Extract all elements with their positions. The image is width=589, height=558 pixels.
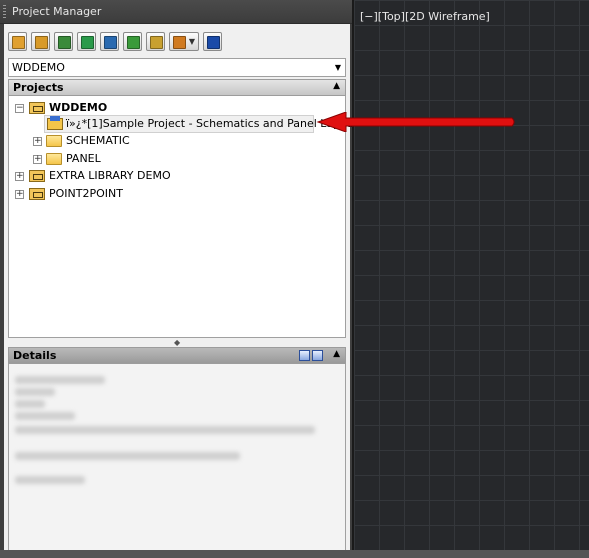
projects-header-label: Projects [13,81,64,94]
project-tree: − WDDEMO ï»¿*[1]Sample Project - Schemat… [8,96,358,338]
help-icon[interactable] [203,32,222,51]
blurred-detail-line [15,412,75,420]
details-header-label: Details [13,349,57,362]
viewport-controls-label[interactable]: [−][Top][2D Wireframe] [360,10,490,23]
project-icon [29,188,45,200]
chevron-down-icon: ▼ [188,37,195,46]
update-icon[interactable] [123,32,142,51]
tree-node-label: PANEL [66,152,101,165]
blurred-detail-line [15,452,240,460]
project-manager-palette: Project Manager ▼ WDDEMO ▼ Projects ▲ − [0,0,358,558]
reports-icon[interactable] [146,32,165,51]
blurred-detail-line [15,400,45,408]
tree-node-label: ï»¿*[1]Sample Project - Schematics and P… [66,117,358,130]
open-project-icon[interactable] [8,32,27,51]
tree-node-point2point[interactable]: + POINT2POINT [15,186,215,202]
details-view-buttons [297,350,323,364]
palette-title-bar[interactable]: Project Manager [0,0,352,24]
publish-icon[interactable] [100,32,119,51]
collapse-icon[interactable]: ▲ [333,349,340,359]
tree-node-schematic[interactable]: + SCHEMATIC [33,133,233,149]
splitter-handle-icon[interactable]: ◆ [174,338,180,347]
details-pane [8,364,346,554]
projects-header[interactable]: Projects ▲ [8,79,346,96]
palette-body: ▼ WDDEMO ▼ Projects ▲ − WDDEMO ï»¿*[1]Sa… [4,24,358,554]
details-view-icon[interactable] [299,350,310,361]
collapse-node-icon[interactable]: − [15,104,24,113]
drawing-icon [47,116,63,130]
tree-node-panel[interactable]: + PANEL [33,151,233,167]
tree-node-wddemo[interactable]: − WDDEMO [15,100,215,116]
expand-node-icon[interactable]: + [33,137,42,146]
expand-node-icon[interactable]: + [15,190,24,199]
palette-title: Project Manager [12,5,102,18]
project-select[interactable]: WDDEMO ▼ [8,58,346,77]
refresh-icon[interactable] [77,32,96,51]
blurred-detail-line [15,476,85,484]
settings-icon[interactable]: ▼ [169,32,199,51]
folder-icon [46,153,62,165]
drawing-canvas[interactable]: [−][Top][2D Wireframe] [352,0,589,550]
arrow-shape [316,112,515,132]
folder-icon [46,135,62,147]
details-header[interactable]: Details ▲ [8,347,346,364]
bottom-edge [0,550,589,558]
new-project-icon[interactable] [31,32,50,51]
project-icon [29,170,45,182]
annotation-arrow [316,112,515,132]
expand-node-icon[interactable]: + [33,155,42,164]
preview-view-icon[interactable] [312,350,323,361]
chevron-down-icon[interactable]: ▼ [335,63,341,72]
project-icon [29,102,45,114]
drag-grip-icon[interactable] [3,5,6,19]
new-drawing-icon[interactable] [54,32,73,51]
tree-node-extra-library-demo[interactable]: + EXTRA LIBRARY DEMO [15,168,235,184]
expand-node-icon[interactable]: + [15,172,24,181]
tree-node-label: POINT2POINT [49,187,123,200]
blurred-detail-line [15,376,105,384]
tree-node-label: WDDEMO [49,101,108,114]
tree-node-drawing[interactable]: ï»¿*[1]Sample Project - Schematics and P… [44,115,358,133]
blurred-detail-line [15,388,55,396]
tree-node-label: EXTRA LIBRARY DEMO [49,169,171,182]
tree-node-label: SCHEMATIC [66,134,130,147]
collapse-icon[interactable]: ▲ [333,81,340,91]
blurred-detail-line [15,426,315,434]
project-select-value: WDDEMO [12,61,65,74]
